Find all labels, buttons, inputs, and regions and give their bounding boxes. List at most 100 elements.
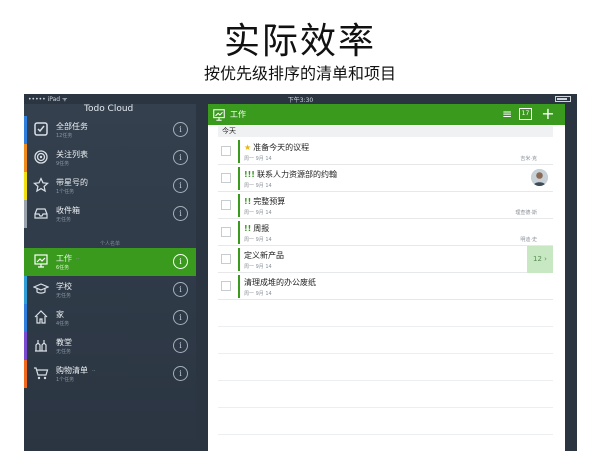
sidebar-item-church[interactable]: 教堂 无任务 i bbox=[24, 332, 196, 360]
list-count: 4任务 bbox=[56, 321, 70, 327]
task-assignee: 理查德·斯 bbox=[515, 210, 537, 216]
inbox-icon bbox=[33, 205, 49, 221]
color-stripe bbox=[24, 360, 27, 388]
task-row[interactable]: !!! 联系人力资源部的约翰 周一 9月 14 bbox=[218, 165, 553, 192]
info-icon[interactable]: i bbox=[173, 254, 188, 269]
info-icon[interactable]: i bbox=[173, 150, 188, 165]
empty-row-line bbox=[218, 353, 553, 354]
shared-icon: ᐧᐧ bbox=[92, 368, 96, 375]
checkbox-icon bbox=[33, 121, 49, 137]
list-count: 6任务 bbox=[56, 265, 70, 271]
star-icon: ★ bbox=[244, 143, 252, 152]
list-name: 关注列表 bbox=[56, 150, 88, 159]
list-name: 购物清单 ᐧᐧ bbox=[56, 366, 96, 375]
list-name: 学校 bbox=[56, 282, 72, 291]
task-row[interactable]: !! 周报 周一 9月 14 明迪·史 bbox=[218, 219, 553, 246]
color-stripe bbox=[24, 116, 27, 144]
info-icon[interactable]: i bbox=[173, 178, 188, 193]
list-count: 1个任务 bbox=[56, 189, 75, 195]
info-icon[interactable]: i bbox=[173, 282, 188, 297]
task-title: 定义新产品 bbox=[244, 251, 284, 260]
church-icon bbox=[33, 337, 49, 353]
task-checkbox[interactable] bbox=[221, 173, 231, 183]
target-icon bbox=[33, 149, 49, 165]
status-bar: ••••• iPad ᯤ 下午3:30 bbox=[24, 94, 577, 104]
cart-icon bbox=[33, 365, 49, 381]
sidebar-item-watch-list[interactable]: 关注列表 9任务 i bbox=[24, 144, 196, 172]
color-stripe bbox=[24, 332, 27, 360]
task-due-date: 周一 9月 14 bbox=[244, 237, 272, 243]
empty-row-line bbox=[218, 434, 553, 435]
color-stripe bbox=[24, 276, 27, 304]
task-title: 清理成堆的办公废纸 bbox=[244, 278, 316, 287]
calendar-icon[interactable]: 17 bbox=[519, 108, 532, 120]
list-count: 无任务 bbox=[56, 293, 72, 299]
menu-icon[interactable]: ≡ bbox=[501, 107, 513, 121]
add-task-button[interactable]: + bbox=[541, 106, 555, 122]
task-panel: 工作 ≡ 17 + 今天 ★ 准备今天的议程 周一 9月 14 吉米·克 !!! 联… bbox=[208, 104, 565, 451]
panel-title: 工作 bbox=[230, 110, 246, 119]
list-color-bar bbox=[238, 140, 240, 163]
task-checkbox[interactable] bbox=[221, 227, 231, 237]
color-stripe bbox=[24, 172, 27, 200]
list-name: 带星号的 bbox=[56, 178, 88, 187]
presentation-icon bbox=[212, 107, 226, 121]
list-name: 家 bbox=[56, 310, 64, 319]
info-icon[interactable]: i bbox=[173, 366, 188, 381]
task-row[interactable]: 定义新产品 周一 9月 14 12 › bbox=[218, 246, 553, 273]
list-name: 教堂 bbox=[56, 338, 72, 347]
empty-row-line bbox=[218, 380, 553, 381]
info-icon[interactable]: i bbox=[173, 206, 188, 221]
panel-header: 工作 ≡ 17 + bbox=[208, 104, 565, 125]
task-due-date: 周一 9月 14 bbox=[244, 291, 272, 297]
priority-marker: !! bbox=[244, 197, 252, 206]
info-icon[interactable]: i bbox=[173, 122, 188, 137]
sidebar-item-work[interactable]: 工作 ᐧᐧ 6任务 i bbox=[24, 248, 196, 276]
section-label-personal: 个人名单 bbox=[99, 241, 120, 247]
shared-icon: ᐧᐧ bbox=[76, 256, 80, 263]
sidebar-item-home[interactable]: 家 4任务 i bbox=[24, 304, 196, 332]
task-row[interactable]: !! 完整预算 周一 9月 14 理查德·斯 bbox=[218, 192, 553, 219]
task-checkbox[interactable] bbox=[221, 146, 231, 156]
tablet-screen: ••••• iPad ᯤ 下午3:30 Todo Cloud 全部任务 12任务… bbox=[24, 94, 577, 451]
task-title: !! 周报 bbox=[244, 224, 270, 233]
list-name: 收件箱 bbox=[56, 206, 80, 215]
sidebar-item-school[interactable]: 学校 无任务 i bbox=[24, 276, 196, 304]
subtask-count-badge[interactable]: 12 › bbox=[527, 246, 553, 273]
sidebar-item-inbox[interactable]: 收件箱 无任务 i bbox=[24, 200, 196, 228]
task-checkbox[interactable] bbox=[221, 254, 231, 264]
task-due-date: 周一 9月 14 bbox=[244, 183, 272, 189]
list-color-bar bbox=[238, 167, 240, 190]
task-row[interactable]: ★ 准备今天的议程 周一 9月 14 吉米·克 bbox=[218, 138, 553, 165]
info-icon[interactable]: i bbox=[173, 338, 188, 353]
battery-icon bbox=[555, 96, 571, 102]
list-count: 无任务 bbox=[56, 349, 72, 355]
task-checkbox[interactable] bbox=[221, 281, 231, 291]
color-stripe bbox=[24, 144, 27, 172]
priority-marker: !! bbox=[244, 224, 252, 233]
sidebar-item-starred[interactable]: 带星号的 1个任务 i bbox=[24, 172, 196, 200]
sidebar: Todo Cloud 全部任务 12任务 i 关注列表 9任务 i 带星号的 1… bbox=[24, 104, 196, 451]
task-due-date: 周一 9月 14 bbox=[244, 156, 272, 162]
color-stripe bbox=[24, 304, 27, 332]
list-count: 12任务 bbox=[56, 133, 73, 139]
task-row[interactable]: 清理成堆的办公废纸 周一 9月 14 bbox=[218, 273, 553, 300]
avatar[interactable] bbox=[531, 169, 548, 186]
task-due-date: 周一 9月 14 bbox=[244, 264, 272, 270]
info-icon[interactable]: i bbox=[173, 310, 188, 325]
list-color-bar bbox=[238, 275, 240, 298]
list-color-bar bbox=[238, 248, 240, 271]
graduation-cap-icon bbox=[32, 281, 50, 297]
list-count: 9任务 bbox=[56, 161, 70, 167]
task-assignee: 吉米·克 bbox=[520, 156, 537, 162]
task-title: !! 完整预算 bbox=[244, 197, 286, 206]
task-due-date: 周一 9月 14 bbox=[244, 210, 272, 216]
star-icon bbox=[32, 177, 50, 193]
task-checkbox[interactable] bbox=[221, 200, 231, 210]
sidebar-item-shopping-list[interactable]: 购物清单 ᐧᐧ 1个任务 i bbox=[24, 360, 196, 388]
sidebar-item-all-tasks[interactable]: 全部任务 12任务 i bbox=[24, 116, 196, 144]
presentation-icon bbox=[33, 253, 49, 269]
task-assignee: 明迪·史 bbox=[520, 237, 537, 243]
list-count: 1个任务 bbox=[56, 377, 75, 383]
list-color-bar bbox=[238, 194, 240, 217]
